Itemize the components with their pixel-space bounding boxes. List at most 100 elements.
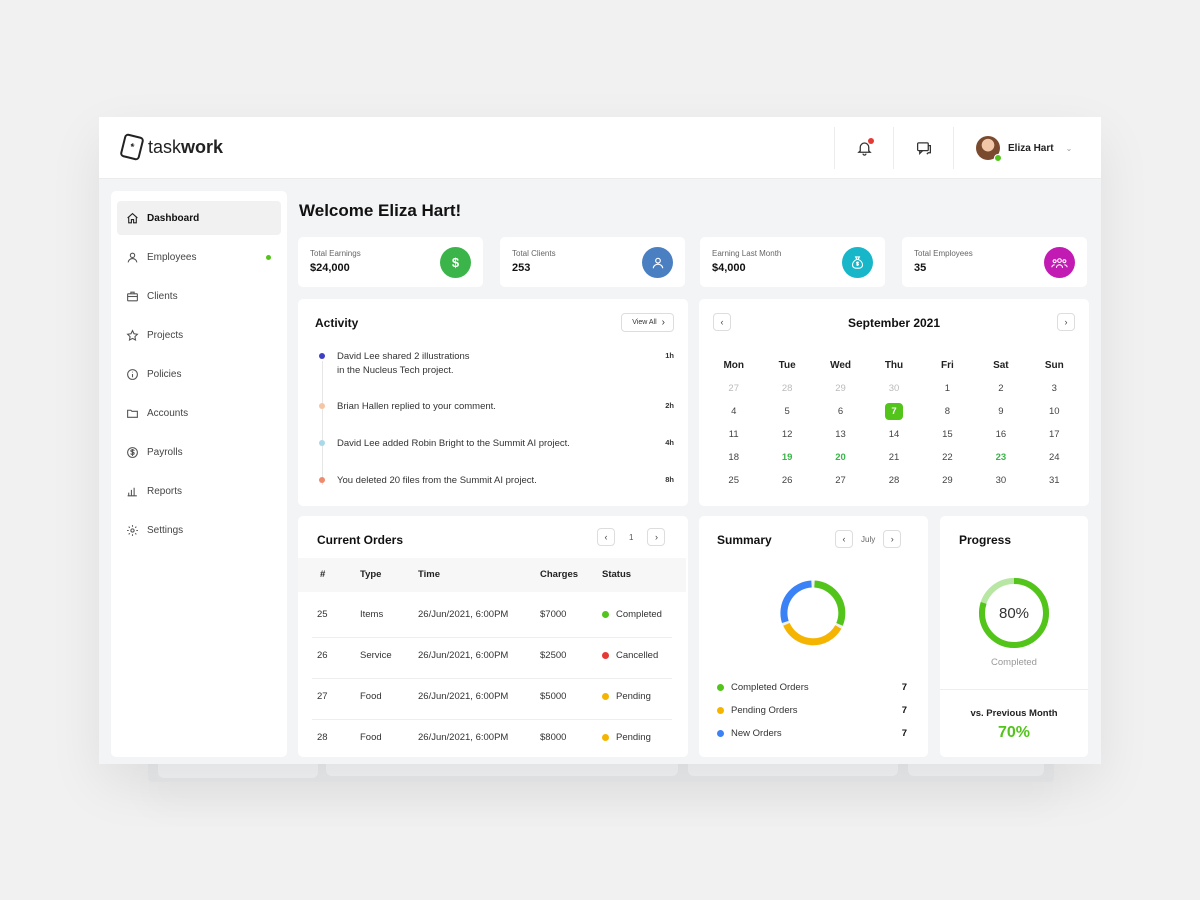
messages-button[interactable]: [913, 137, 935, 159]
calendar-day[interactable]: 27: [814, 472, 867, 489]
activity-time: 4h: [665, 438, 674, 447]
calendar-day[interactable]: 5: [760, 403, 813, 420]
sidebar-item-reports[interactable]: Reports: [117, 474, 281, 508]
calendar-day[interactable]: 28: [867, 472, 920, 489]
status-label: Pending: [616, 732, 651, 743]
calendar-day[interactable]: 3: [1028, 380, 1081, 397]
sidebar-item-label: Reports: [147, 485, 183, 497]
top-header: * taskwork Eliza Hart ⌄: [99, 117, 1101, 179]
sidebar: Dashboard Employees Clients Projects Pol…: [111, 191, 287, 757]
page-number: 1: [629, 532, 634, 542]
stat-card-total-employees[interactable]: Total Employees 35: [902, 237, 1087, 287]
prev-month-button[interactable]: ‹: [835, 530, 853, 548]
calendar-day[interactable]: 4: [707, 403, 760, 420]
table-cell-id: 26: [317, 650, 328, 661]
status-label: Cancelled: [616, 650, 659, 661]
row-divider: [312, 719, 672, 720]
calendar-day[interactable]: 29: [921, 472, 974, 489]
table-cell-id: 27: [317, 691, 328, 702]
sidebar-item-dashboard[interactable]: Dashboard: [117, 201, 281, 235]
calendar-day-today[interactable]: 7: [867, 403, 920, 420]
calendar-day[interactable]: 26: [760, 472, 813, 489]
stat-card-total-clients[interactable]: Total Clients 253: [500, 237, 685, 287]
sidebar-item-label: Payrolls: [147, 446, 183, 458]
timeline-line: [322, 361, 323, 485]
calendar-day[interactable]: 31: [1028, 472, 1081, 489]
summary-donut-chart: [780, 580, 846, 646]
sidebar-item-payrolls[interactable]: Payrolls: [117, 435, 281, 469]
weekday-header: Fri: [941, 360, 954, 371]
sidebar-item-label: Accounts: [147, 407, 189, 419]
calendar-day[interactable]: 17: [1028, 426, 1081, 443]
calendar-day[interactable]: 14: [867, 426, 920, 443]
calendar-day[interactable]: 19: [760, 449, 813, 466]
folder-icon: [126, 407, 139, 420]
prev-page-button[interactable]: ‹: [597, 528, 615, 546]
calendar-day[interactable]: 29: [814, 380, 867, 397]
view-all-button[interactable]: View All ›: [621, 313, 674, 332]
column-header: Status: [602, 569, 632, 580]
calendar-day[interactable]: 2: [974, 380, 1027, 397]
status-badge: Completed: [602, 609, 662, 620]
chevron-right-icon: ›: [890, 534, 894, 544]
divider: [940, 689, 1088, 690]
group-icon: [1044, 247, 1075, 278]
calendar-day[interactable]: 30: [867, 380, 920, 397]
donut-segment-pending[interactable]: [783, 622, 842, 646]
calendar-day[interactable]: 21: [867, 449, 920, 466]
calendar-day[interactable]: 8: [921, 403, 974, 420]
sidebar-item-projects[interactable]: Projects: [117, 318, 281, 352]
calendar-day[interactable]: 22: [921, 449, 974, 466]
calendar-day[interactable]: 11: [707, 426, 760, 443]
calendar-day[interactable]: 20: [814, 449, 867, 466]
sidebar-item-settings[interactable]: Settings: [117, 513, 281, 547]
next-month-button[interactable]: ›: [1057, 313, 1075, 331]
sidebar-item-employees[interactable]: Employees: [117, 240, 281, 274]
sidebar-item-accounts[interactable]: Accounts: [117, 396, 281, 430]
background-shadow-layer: [148, 762, 1054, 782]
calendar-day[interactable]: 10: [1028, 403, 1081, 420]
calendar-day[interactable]: 30: [974, 472, 1027, 489]
dollar-icon: [126, 446, 139, 459]
sidebar-item-policies[interactable]: Policies: [117, 357, 281, 391]
comparison-value: 70%: [997, 724, 1031, 741]
money-bag-icon: [842, 247, 873, 278]
donut-segment-new[interactable]: [780, 580, 812, 623]
sidebar-item-label: Settings: [147, 524, 184, 536]
calendar-day[interactable]: 6: [814, 403, 867, 420]
notification-button[interactable]: [853, 137, 875, 159]
calendar-day[interactable]: 24: [1028, 449, 1081, 466]
status-dot: [602, 652, 609, 659]
weekday-header: Mon: [723, 360, 744, 371]
chevron-right-icon: ›: [654, 532, 658, 542]
month-label: July: [861, 534, 876, 544]
sidebar-item-clients[interactable]: Clients: [117, 279, 281, 313]
logo[interactable]: * taskwork: [119, 132, 223, 162]
table-cell-id: 28: [317, 732, 328, 743]
calendar-day[interactable]: 28: [760, 380, 813, 397]
calendar-day[interactable]: 16: [974, 426, 1027, 443]
table-cell-type: Service: [360, 650, 392, 661]
calendar-day[interactable]: 18: [707, 449, 760, 466]
activity-card: Activity View All › David Lee shared 2 i…: [298, 299, 688, 506]
table-cell-charges: $8000: [540, 732, 567, 743]
user-icon: [642, 247, 673, 278]
table-cell-time: 26/Jun/2021, 6:00PM: [418, 650, 509, 661]
user-menu[interactable]: Eliza Hart ⌄: [976, 136, 1072, 162]
calendar-day[interactable]: 1: [921, 380, 974, 397]
calendar-day[interactable]: 12: [760, 426, 813, 443]
calendar-day[interactable]: 15: [921, 426, 974, 443]
calendar-day[interactable]: 27: [707, 380, 760, 397]
calendar-day[interactable]: 9: [974, 403, 1027, 420]
calendar-day[interactable]: 13: [814, 426, 867, 443]
stat-card-total-earnings[interactable]: Total Earnings $24,000 $: [298, 237, 483, 287]
next-month-button[interactable]: ›: [883, 530, 902, 548]
donut-segment-completed[interactable]: [814, 580, 846, 626]
calendar-day[interactable]: 25: [707, 472, 760, 489]
calendar-day[interactable]: 23: [974, 449, 1027, 466]
avatar: [976, 136, 1002, 162]
sidebar-item-label: Policies: [147, 368, 182, 380]
next-page-button[interactable]: ›: [647, 528, 666, 546]
header-divider: [834, 127, 835, 169]
stat-card-earning-last-month[interactable]: Earning Last Month $4,000: [700, 237, 885, 287]
